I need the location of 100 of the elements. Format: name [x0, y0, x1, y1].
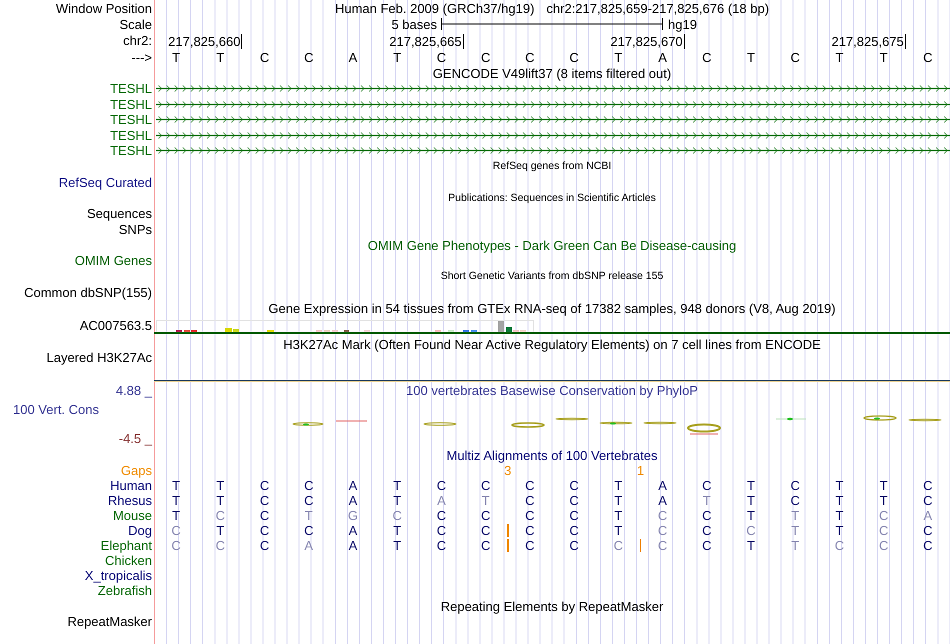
base-letter: C: [569, 524, 579, 538]
track-label: Layered H3K27Ac: [46, 350, 152, 365]
track-title: H3K27Ac Mark (Often Found Near Active Regulatory Elements) on 7 cell lines from ENCODE: [283, 337, 821, 352]
base-letter: C: [923, 524, 933, 538]
base-letter: T: [393, 494, 402, 508]
base-letter: T: [835, 524, 844, 538]
base-letter: C: [569, 478, 579, 492]
base-letter: C: [304, 524, 314, 538]
base-letter: C: [790, 494, 800, 508]
base-letter: A: [658, 478, 667, 492]
base-letter: T: [835, 508, 844, 522]
base-letter: C: [480, 508, 490, 522]
track-title: Multiz Alignments of 100 Vertebrates: [446, 448, 658, 462]
base-letter: T: [216, 50, 224, 65]
base-letter: C: [569, 508, 579, 522]
base-letter: C: [480, 50, 490, 65]
track-label: Common dbSNP(155): [24, 284, 152, 300]
base-letter: C: [260, 50, 270, 65]
base-letter: A: [348, 538, 358, 552]
base-letter: T: [216, 494, 224, 508]
species-label: X_tropicalis: [84, 568, 152, 583]
base-letter: T: [835, 50, 844, 65]
scale-label: Scale: [119, 16, 152, 32]
ruler-tick: 217,825,670: [610, 34, 685, 49]
track-label: Sequences: [86, 206, 152, 222]
gene-label: TESHL: [110, 96, 152, 112]
base-letter: T: [304, 508, 313, 522]
species-label: Mouse: [112, 508, 152, 523]
base-letter: C: [436, 524, 446, 538]
base-letter: T: [747, 508, 755, 522]
base-letter: C: [525, 50, 535, 65]
species-label: Rhesus: [108, 493, 152, 508]
base-letter: T: [791, 524, 800, 538]
species-label: Chicken: [105, 553, 152, 568]
base-letter: C: [216, 508, 226, 522]
base-letter: C: [746, 524, 756, 538]
base-letter: T: [614, 50, 622, 65]
base-letter: T: [172, 494, 180, 508]
base-letter: C: [878, 508, 888, 522]
window-position-label: Window Position: [56, 0, 152, 16]
conservation-mark: [776, 418, 806, 420]
base-letter: T: [393, 538, 402, 552]
base-letter: C: [480, 478, 490, 492]
base-letter: A: [304, 538, 314, 552]
base-letter: T: [216, 524, 224, 538]
conservation-mark: [336, 420, 368, 422]
base-letter: C: [923, 494, 933, 508]
track-label: AC007563.5: [80, 318, 152, 332]
base-letter: A: [348, 50, 358, 65]
base-letter: A: [924, 508, 932, 522]
base-letter: C: [569, 538, 579, 552]
base-letter: C: [304, 494, 314, 508]
base-letter: T: [216, 478, 224, 492]
track-label: RefSeq Curated: [58, 174, 152, 190]
ruler-label: chr2:: [123, 33, 152, 48]
track-title: OMIM Gene Phenotypes - Dark Green Can Be Disease-causing: [368, 238, 736, 252]
base-letter: T: [880, 50, 888, 65]
base-letter: C: [171, 538, 181, 552]
species-label: Elephant: [100, 538, 152, 553]
assembly-name: Human Feb. 2009 (GRCh37/hg19): [334, 0, 534, 16]
base-letter: C: [878, 524, 888, 538]
conservation-mark: [644, 422, 676, 424]
base-letter: C: [525, 538, 535, 552]
gaps-label: Gaps: [120, 463, 152, 478]
gene-label: TESHL: [110, 143, 152, 158]
base-letter: T: [747, 494, 755, 508]
base-letter: A: [348, 494, 358, 508]
strand-label: --->: [131, 50, 152, 64]
track-label: 100 Vert. Cons: [12, 401, 99, 419]
ruler-tick: 217,825,660: [168, 34, 242, 49]
track-title: Gene Expression in 54 tissues from GTEx RNA-seq of 17382 samples, 948 donors (V8, Aug 2019): [268, 300, 836, 316]
base-letter: C: [658, 508, 668, 522]
base-letter: T: [835, 478, 844, 492]
track-title: 100 vertebrates Basewise Conservation by PhyloP: [406, 382, 698, 400]
expression-bar: [498, 321, 504, 332]
base-letter: T: [880, 494, 888, 508]
conservation-mark: [908, 418, 942, 422]
base-letter: T: [172, 508, 180, 522]
base-letter: C: [525, 478, 535, 492]
species-label: Human: [110, 478, 152, 493]
gene-label: TESHL: [110, 81, 152, 96]
base-letter: C: [436, 538, 446, 552]
conservation-mark: [424, 422, 456, 426]
base-letter: T: [747, 50, 755, 65]
base-letter: A: [437, 494, 446, 508]
base-letter: C: [260, 524, 270, 538]
gap-count: 1: [636, 464, 644, 478]
base-letter: T: [747, 478, 755, 492]
base-letter: T: [702, 494, 711, 508]
base-letter: A: [658, 494, 667, 508]
base-letter: T: [614, 478, 622, 492]
base-letter: C: [436, 478, 446, 492]
base-letter: T: [172, 478, 180, 492]
track-label: RepeatMasker: [67, 614, 152, 630]
track-title: RefSeq genes from NCBI: [492, 159, 612, 174]
base-letter: C: [569, 50, 579, 65]
base-letter: C: [480, 538, 490, 552]
axis-max-label: 4.88 _: [116, 382, 152, 400]
base-letter: C: [216, 538, 226, 552]
base-letter: C: [702, 50, 712, 65]
